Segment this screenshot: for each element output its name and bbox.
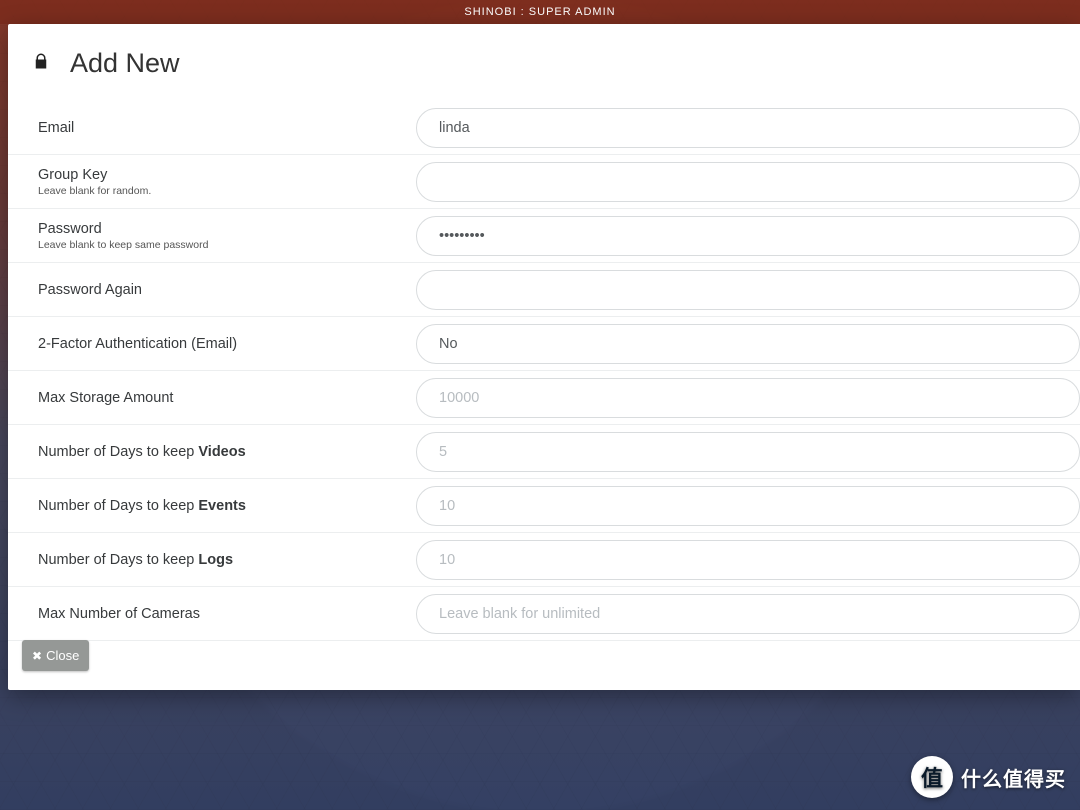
watermark-badge-icon: 值 [911,756,953,798]
modal-header: Add New [8,24,1080,95]
hint-group-key: Leave blank for random. [38,185,404,197]
label-days-events-pre: Number of Days to keep [38,498,198,514]
row-password-again: Password Again [8,263,1080,317]
label-max-cameras: Max Number of Cameras [38,606,200,622]
lock-icon [32,52,52,75]
label-max-storage: Max Storage Amount [38,390,173,406]
add-new-modal: Add New Email Group Key Leave blank for … [8,24,1080,690]
label-email: Email [38,120,74,136]
hint-password: Leave blank to keep same password [38,239,404,251]
watermark-text: 什么值得买 [961,763,1066,792]
label-days-videos-pre: Number of Days to keep [38,444,198,460]
password-input[interactable] [416,216,1080,256]
row-days-events: Number of Days to keep Events [8,479,1080,533]
modal-title-text: Add New [70,48,180,79]
label-days-logs-bold: Logs [198,552,233,568]
form-body: Email Group Key Leave blank for random. … [8,95,1080,641]
close-button-label: Close [46,648,79,663]
close-x-icon: ✖ [32,650,42,662]
app-title: SHINOBI : SUPER ADMIN [464,6,615,18]
email-input[interactable] [416,108,1080,148]
label-days-logs-pre: Number of Days to keep [38,552,198,568]
watermark: 值 什么值得买 [911,756,1066,798]
row-days-logs: Number of Days to keep Logs [8,533,1080,587]
group-key-input[interactable] [416,162,1080,202]
label-twofactor: 2-Factor Authentication (Email) [38,336,237,352]
row-days-videos: Number of Days to keep Videos [8,425,1080,479]
days-logs-input[interactable] [416,540,1080,580]
row-max-storage: Max Storage Amount [8,371,1080,425]
row-password: Password Leave blank to keep same passwo… [8,209,1080,263]
row-max-cameras: Max Number of Cameras [8,587,1080,641]
twofactor-select[interactable]: No [416,324,1080,364]
label-password: Password [38,221,102,237]
row-group-key: Group Key Leave blank for random. [8,155,1080,209]
max-cameras-input[interactable] [416,594,1080,634]
row-twofactor: 2-Factor Authentication (Email) No [8,317,1080,371]
row-email: Email [8,101,1080,155]
password-again-input[interactable] [416,270,1080,310]
days-videos-input[interactable] [416,432,1080,472]
label-days-events-bold: Events [198,498,246,514]
close-button[interactable]: ✖ Close [22,640,89,671]
label-password-again: Password Again [38,282,142,298]
label-group-key: Group Key [38,167,107,183]
label-days-videos-bold: Videos [198,444,245,460]
app-header: SHINOBI : SUPER ADMIN [0,0,1080,24]
max-storage-input[interactable] [416,378,1080,418]
days-events-input[interactable] [416,486,1080,526]
